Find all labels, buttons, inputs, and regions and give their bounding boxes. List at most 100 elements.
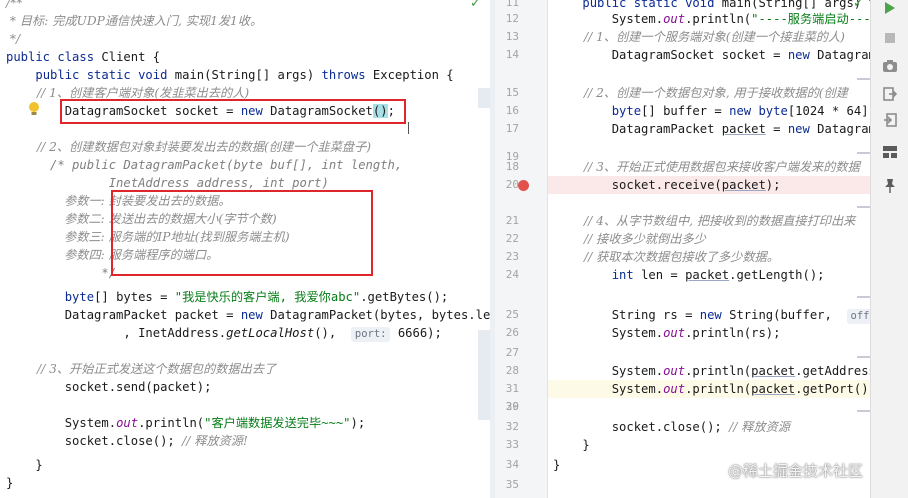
code-token: */ <box>6 32 21 46</box>
line-number[interactable]: 30 <box>495 398 519 416</box>
line-number[interactable]: 15 <box>495 84 519 102</box>
line-number[interactable]: 25 <box>495 306 519 324</box>
line-number[interactable]: 32 <box>495 418 519 436</box>
code-line[interactable]: int len = packet.getLength(); <box>553 266 825 284</box>
right-editor-pane[interactable]: 11 public static void main(String[] args… <box>495 0 870 498</box>
code-line[interactable]: */ <box>6 30 20 48</box>
exit-icon[interactable] <box>880 84 900 104</box>
line-number[interactable]: 20 <box>495 176 519 194</box>
code-line[interactable]: // 4、从字节数组中, 把接收到的数据直接打印出来 <box>553 212 855 230</box>
code-line[interactable]: } <box>6 456 43 474</box>
code-line[interactable]: */ <box>6 264 116 282</box>
code-line[interactable]: public static void main(String[] args) t… <box>6 66 453 84</box>
code-line[interactable]: byte[] buffer = new byte[1024 * 64]; // <box>553 102 870 120</box>
code-token: out <box>663 326 686 340</box>
code-line[interactable]: // 2、创建数据包对象封装要发出去的数据(创建一个韭菜盘子) <box>6 138 371 156</box>
inspection-ok-icon[interactable]: ✓ <box>470 0 481 11</box>
code-token: System. <box>553 382 664 396</box>
exit-icon[interactable] <box>880 110 900 130</box>
code-token: // 获取本次数据包接收了多少数据。 <box>553 250 779 264</box>
code-token: .getBytes(); <box>360 290 449 304</box>
line-number[interactable]: 31 <box>495 380 519 398</box>
code-line[interactable]: } <box>553 436 589 454</box>
code-token: */ <box>6 266 117 280</box>
line-number[interactable]: 28 <box>495 362 519 380</box>
line-number[interactable]: 16 <box>495 102 519 120</box>
code-token: main(String[] args) <box>174 68 322 82</box>
inspection-ok-icon[interactable]: ✓ <box>853 0 864 11</box>
code-line[interactable]: // 获取本次数据包接收了多少数据。 <box>553 248 779 266</box>
pin-icon[interactable] <box>880 176 900 196</box>
line-number[interactable]: 26 <box>495 324 519 342</box>
code-token: Client { <box>101 50 161 64</box>
code-line[interactable]: System.out.println(rs); <box>553 324 781 342</box>
code-line[interactable]: String rs = new String(buffer, offset: 0 <box>553 306 870 324</box>
code-token: getLocalHost <box>226 326 315 340</box>
run-icon[interactable] <box>880 0 900 18</box>
gutter-separator <box>547 0 548 498</box>
code-line[interactable]: public class Client { <box>6 48 160 66</box>
code-token: DatagramPacket <box>553 122 722 136</box>
code-line[interactable]: System.out.println(packet.getAddress(). <box>553 362 870 380</box>
code-token: InetAddress address, int port) <box>6 176 329 190</box>
code-token: len = <box>641 268 686 282</box>
line-number[interactable]: 19 <box>495 148 519 166</box>
code-token: socket.send(packet); <box>6 380 212 394</box>
breakpoint-icon[interactable] <box>518 180 529 191</box>
code-line[interactable]: System.out.println(packet.getPort()); <box>553 380 870 398</box>
code-line[interactable]: } <box>6 474 13 492</box>
code-line[interactable]: DatagramSocket socket = new DatagramSock… <box>553 46 870 64</box>
camera-icon[interactable] <box>880 56 900 76</box>
line-number[interactable]: 17 <box>495 120 519 138</box>
code-token: packet <box>721 122 766 136</box>
code-token: new <box>787 48 818 62</box>
code-line[interactable]: // 3、开始正式发送这个数据包的数据出去了 <box>6 360 276 378</box>
code-line[interactable]: byte[] bytes = "我是快乐的客户端, 我爱你abc".getByt… <box>6 288 449 306</box>
layout-icon[interactable] <box>880 142 900 162</box>
scroll-marker <box>857 296 870 298</box>
code-token: .getAddress(). <box>795 364 870 378</box>
code-line[interactable]: DatagramPacket packet = new DatagramPack… <box>6 306 490 324</box>
code-line[interactable]: /** <box>6 0 22 12</box>
code-token: System. <box>553 326 664 340</box>
parameter-hint: offset: <box>846 309 870 324</box>
code-line[interactable]: // 1、创建一个服务端对象(创建一个接韭菜的人) <box>553 28 845 46</box>
code-line[interactable]: socket.receive(packet); <box>553 176 781 194</box>
line-number[interactable]: 14 <box>495 46 519 64</box>
scroll-marker <box>857 410 870 412</box>
line-number[interactable]: 33 <box>495 436 519 454</box>
line-number[interactable]: 22 <box>495 230 519 248</box>
code-token: new byte <box>729 104 788 118</box>
code-line[interactable]: * 目标: 完成UDP通信快速入门, 实现1发1收。 <box>6 12 262 30</box>
line-number[interactable]: 12 <box>495 10 519 28</box>
code-token: // 3、开始正式使用数据包来接收客户端发来的数据 <box>553 160 860 174</box>
code-token: DatagramPac <box>817 122 870 136</box>
code-token: DatagramPacket(bytes, bytes.length <box>270 308 490 322</box>
left-editor-pane[interactable]: /** * 目标: 完成UDP通信快速入门, 实现1发1收。 */ public … <box>0 0 490 498</box>
code-token: DatagramSocket socket = <box>553 48 788 62</box>
line-number[interactable]: 24 <box>495 266 519 284</box>
code-line[interactable]: DatagramPacket packet = new DatagramPac <box>553 120 870 138</box>
code-line[interactable]: // 3、开始正式使用数据包来接收客户端发来的数据 <box>553 158 860 176</box>
code-line[interactable]: socket.close(); // 释放资源 <box>553 418 790 436</box>
code-line[interactable]: // 2、创建一个数据包对象, 用于接收数据的(创建 <box>553 84 848 102</box>
line-number[interactable]: 23 <box>495 248 519 266</box>
code-line[interactable]: System.out.println("客户端数据发送完毕~~~"); <box>6 414 366 432</box>
line-number[interactable]: 21 <box>495 212 519 230</box>
code-line[interactable]: socket.close(); // 释放资源! <box>6 432 248 450</box>
code-line[interactable]: // 接收多少就倒出多少 <box>553 230 706 248</box>
code-line[interactable]: /* public DatagramPacket(byte buf[], int… <box>6 156 402 174</box>
line-number[interactable]: 34 <box>495 456 519 474</box>
code-line[interactable]: } <box>553 456 560 474</box>
code-line[interactable]: , InetAddress.getLocalHost(), port: 6666… <box>6 324 442 342</box>
line-number[interactable]: 27 <box>495 344 519 362</box>
lightbulb-icon[interactable] <box>28 101 40 121</box>
code-line[interactable]: System.out.println("----服务端启动----"); <box>553 10 870 28</box>
code-line[interactable]: socket.send(packet); <box>6 378 212 396</box>
line-number[interactable]: 13 <box>495 28 519 46</box>
stop-icon[interactable] <box>880 28 900 48</box>
code-token: // 4、从字节数组中, 把接收到的数据直接打印出来 <box>553 214 856 228</box>
line-number[interactable]: 35 <box>495 476 519 494</box>
code-token: throws <box>321 68 373 82</box>
code-token: } <box>6 458 43 472</box>
